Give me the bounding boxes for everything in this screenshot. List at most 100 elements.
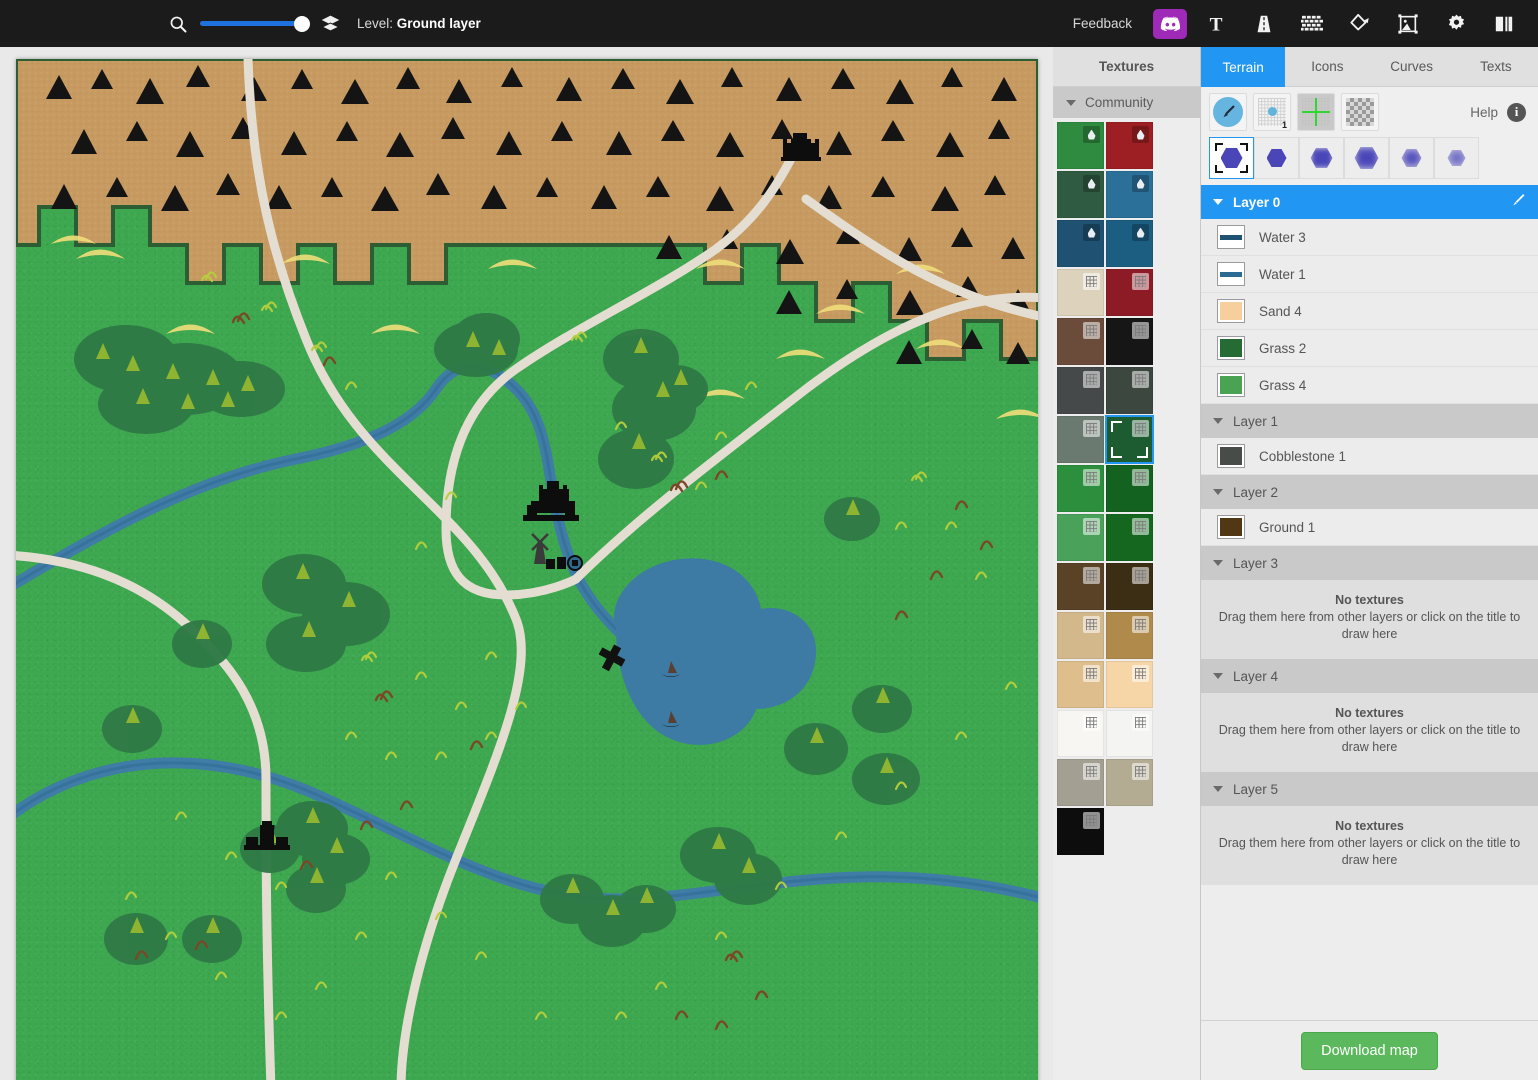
road-tool-button[interactable] xyxy=(1245,8,1283,40)
layer-header-0[interactable]: Layer 0 xyxy=(1201,185,1538,219)
texture-swatch-7[interactable] xyxy=(1106,269,1153,316)
fill-swatch xyxy=(1220,339,1242,357)
layer-header-5[interactable]: Layer 5 xyxy=(1201,772,1538,806)
texture-grid-icon xyxy=(1132,322,1149,339)
map-canvas-area[interactable] xyxy=(0,47,1053,1080)
layers-list[interactable]: Layer 0Water 3Water 1Sand 4 Grass 2 Grass … xyxy=(1201,185,1538,1020)
texture-swatch-12[interactable] xyxy=(1057,416,1104,463)
texture-swatch-1[interactable] xyxy=(1106,122,1153,169)
info-icon[interactable]: i xyxy=(1507,103,1526,122)
brush-tool-button[interactable] xyxy=(1209,93,1247,131)
fill-swatch xyxy=(1220,518,1242,536)
image-select-button[interactable] xyxy=(1389,8,1427,40)
texture-grid-icon xyxy=(1083,469,1100,486)
hexagon-brush-icon xyxy=(1267,149,1287,167)
texture-swatch-27[interactable] xyxy=(1106,759,1153,806)
texture-swatch-2[interactable] xyxy=(1057,171,1104,218)
layer-texture-label: Grass 2 xyxy=(1259,341,1306,356)
brush-size-2[interactable] xyxy=(1254,137,1299,179)
layer-header-2[interactable]: Layer 2 xyxy=(1201,475,1538,509)
tab-terrain[interactable]: Terrain xyxy=(1201,47,1285,87)
texture-grid-icon xyxy=(1083,322,1100,339)
transparency-tool-button[interactable] xyxy=(1341,93,1379,131)
texture-swatch-3[interactable] xyxy=(1106,171,1153,218)
texture-category-community[interactable]: Community xyxy=(1053,87,1200,118)
layer-texture-row[interactable]: Grass 4 xyxy=(1201,367,1538,404)
texture-swatch-13[interactable] xyxy=(1106,416,1153,463)
texture-swatch-23[interactable] xyxy=(1106,661,1153,708)
texture-swatch-15[interactable] xyxy=(1106,465,1153,512)
fill-swatch xyxy=(1220,376,1242,394)
texture-swatch-24[interactable] xyxy=(1057,710,1104,757)
help-link[interactable]: Help xyxy=(1470,105,1498,120)
layer-texture-row[interactable]: Cobblestone 1 xyxy=(1201,438,1538,475)
paint-bucket-button[interactable] xyxy=(1341,8,1379,40)
texture-swatch-grid[interactable] xyxy=(1053,118,1200,856)
layer-texture-row[interactable]: Ground 1 xyxy=(1201,509,1538,546)
grid-cross-icon xyxy=(1302,98,1330,126)
chevron-down-icon xyxy=(1213,418,1223,424)
texture-swatch-25[interactable] xyxy=(1106,710,1153,757)
texture-swatch-5[interactable] xyxy=(1106,220,1153,267)
layer-header-4[interactable]: Layer 4 xyxy=(1201,659,1538,693)
texture-grid-icon xyxy=(1083,763,1100,780)
texture-swatch-19[interactable] xyxy=(1106,563,1153,610)
texture-swatch-22[interactable] xyxy=(1057,661,1104,708)
empty-title: No textures xyxy=(1217,593,1522,607)
layer-texture-row[interactable]: Water 1 xyxy=(1201,256,1538,293)
grid-size-tool-button[interactable]: 1 xyxy=(1253,93,1291,131)
feedback-link[interactable]: Feedback xyxy=(1073,16,1132,31)
split-panel-button[interactable] xyxy=(1485,8,1523,40)
tab-icons[interactable]: Icons xyxy=(1285,47,1369,87)
texture-swatch-17[interactable] xyxy=(1106,514,1153,561)
texture-swatch-10[interactable] xyxy=(1057,367,1104,414)
brush-selection-corner xyxy=(1215,165,1223,173)
layer-header-3[interactable]: Layer 3 xyxy=(1201,546,1538,580)
texture-swatch-4[interactable] xyxy=(1057,220,1104,267)
brush-size-4[interactable] xyxy=(1344,137,1389,179)
texture-swatch-8[interactable] xyxy=(1057,318,1104,365)
layer-texture-row[interactable]: Sand 4 xyxy=(1201,293,1538,330)
text-tool-button[interactable]: T xyxy=(1197,8,1235,40)
texture-swatch-18[interactable] xyxy=(1057,563,1104,610)
layer-texture-row[interactable]: Grass 2 xyxy=(1201,330,1538,367)
texture-swatch-14[interactable] xyxy=(1057,465,1104,512)
brush-size-3[interactable] xyxy=(1299,137,1344,179)
texture-swatch-26[interactable] xyxy=(1057,759,1104,806)
texture-swatch-20[interactable] xyxy=(1057,612,1104,659)
texture-swatch-28[interactable] xyxy=(1057,808,1104,855)
discord-button[interactable] xyxy=(1153,9,1187,39)
texture-swatch-21[interactable] xyxy=(1106,612,1153,659)
texture-swatch-16[interactable] xyxy=(1057,514,1104,561)
layer-texture-row[interactable]: Water 3 xyxy=(1201,219,1538,256)
layer-title: Layer 5 xyxy=(1233,782,1278,797)
texture-swatch-9[interactable] xyxy=(1106,318,1153,365)
layer-header-1[interactable]: Layer 1 xyxy=(1201,404,1538,438)
texture-grid-icon xyxy=(1132,518,1149,535)
texture-swatch-11[interactable] xyxy=(1106,367,1153,414)
brush-size-5[interactable] xyxy=(1389,137,1434,179)
layers-stack-icon[interactable] xyxy=(320,13,341,34)
brush-size-6[interactable] xyxy=(1434,137,1479,179)
tab-curves[interactable]: Curves xyxy=(1370,47,1454,87)
search-icon[interactable] xyxy=(168,14,188,34)
brush-size-1[interactable] xyxy=(1209,137,1254,179)
texture-swatch-6[interactable] xyxy=(1057,269,1104,316)
chevron-down-icon xyxy=(1213,489,1223,495)
textures-panel-title: Textures xyxy=(1053,47,1200,87)
texture-swatch-0[interactable] xyxy=(1057,122,1104,169)
tab-texts[interactable]: Texts xyxy=(1454,47,1538,87)
show-grid-tool-button[interactable] xyxy=(1297,93,1335,131)
brush-size-row[interactable] xyxy=(1201,137,1538,185)
level-prefix: Level: xyxy=(357,16,393,31)
texture-chip xyxy=(1217,225,1245,249)
brick-wall-button[interactable] xyxy=(1293,8,1331,40)
curve-swatch-bar xyxy=(1220,235,1242,240)
gear-icon[interactable] xyxy=(1437,8,1475,40)
download-map-button[interactable]: Download map xyxy=(1301,1032,1438,1070)
zoom-slider[interactable] xyxy=(200,14,308,34)
hex-fantasy-map-canvas[interactable] xyxy=(16,59,1038,1080)
level-value: Ground layer xyxy=(397,16,481,31)
selection-corner xyxy=(1111,421,1122,432)
edit-pen-icon[interactable] xyxy=(1509,192,1526,212)
